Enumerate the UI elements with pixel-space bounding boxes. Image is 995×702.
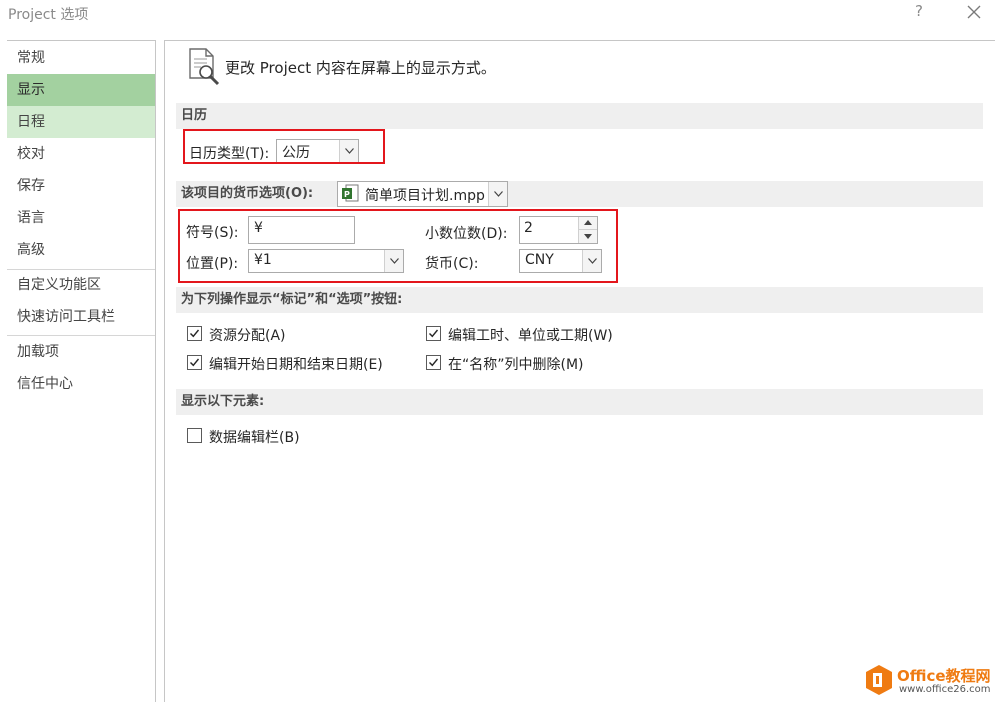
window-title: Project 选项 xyxy=(8,4,88,24)
section-header-currency: 该项目的货币选项(O): xyxy=(176,181,983,207)
sidebar-item-add-ins[interactable]: 加载项 xyxy=(7,336,155,368)
sidebar-item-proofing[interactable]: 校对 xyxy=(7,138,155,170)
sidebar-item-language[interactable]: 语言 xyxy=(7,202,155,234)
checkbox-resource-assignment[interactable] xyxy=(187,326,202,341)
watermark-site-name: Office教程网 xyxy=(897,665,991,686)
office-logo-icon xyxy=(865,664,893,696)
checkbox-label-edit-work-units-duration: 编辑工时、单位或工期(W) xyxy=(448,325,613,345)
chevron-down-icon xyxy=(494,191,503,197)
checkbox-label-edit-start-finish-dates: 编辑开始日期和结束日期(E) xyxy=(209,354,383,374)
checkmark-icon xyxy=(189,328,200,339)
title-bar: Project 选项 ? xyxy=(0,0,995,30)
sidebar-item-trust-center[interactable]: 信任中心 xyxy=(7,368,155,400)
sidebar-item-schedule[interactable]: 日程 xyxy=(7,106,155,138)
close-icon xyxy=(963,1,985,23)
highlight-box-calendar xyxy=(183,129,385,164)
sidebar-item-customize-ribbon[interactable]: 自定义功能区 xyxy=(7,269,155,301)
help-button[interactable]: ? xyxy=(912,2,926,22)
section-header-elements: 显示以下元素: xyxy=(176,389,983,415)
checkmark-icon xyxy=(428,328,439,339)
checkbox-entry-bar[interactable] xyxy=(187,428,202,443)
checkbox-label-delete-in-name-column: 在“名称”列中删除(M) xyxy=(448,354,584,374)
highlight-box-currency xyxy=(178,209,618,283)
checkbox-edit-work-units-duration[interactable] xyxy=(426,326,441,341)
display-magnifier-icon xyxy=(187,48,221,86)
sidebar-item-quick-access-toolbar[interactable]: 快速访问工具栏 xyxy=(7,301,155,333)
sidebar-item-display[interactable]: 显示 xyxy=(7,74,155,106)
section-header-indicators: 为下列操作显示“标记”和“选项”按钮: xyxy=(176,287,983,313)
section-header-calendar: 日历 xyxy=(176,103,983,129)
sidebar-item-save[interactable]: 保存 xyxy=(7,170,155,202)
project-file-dropdown[interactable]: 简单项目计划.mpp xyxy=(337,181,508,207)
close-button[interactable] xyxy=(963,1,985,23)
checkmark-icon xyxy=(189,357,200,368)
page-description: 更改 Project 内容在屏幕上的显示方式。 xyxy=(225,57,496,78)
checkbox-delete-in-name-column[interactable] xyxy=(426,355,441,370)
currency-section-label: 该项目的货币选项(O): xyxy=(181,186,313,201)
sidebar-item-advanced[interactable]: 高级 xyxy=(7,234,155,266)
checkbox-label-resource-assignment: 资源分配(A) xyxy=(209,325,286,345)
options-sidebar: 常规 显示 日程 校对 保存 语言 高级 自定义功能区 快速访问工具栏 加载项 … xyxy=(7,40,156,702)
checkmark-icon xyxy=(428,357,439,368)
dropdown-arrow xyxy=(488,182,507,206)
project-file-icon: P xyxy=(341,184,359,203)
sidebar-item-general[interactable]: 常规 xyxy=(7,42,155,74)
checkbox-label-entry-bar: 数据编辑栏(B) xyxy=(209,427,300,447)
checkbox-edit-start-finish-dates[interactable] xyxy=(187,355,202,370)
watermark-site-url: www.office26.com xyxy=(899,684,991,695)
svg-text:P: P xyxy=(344,190,350,199)
project-file-name: 简单项目计划.mpp xyxy=(365,185,485,205)
